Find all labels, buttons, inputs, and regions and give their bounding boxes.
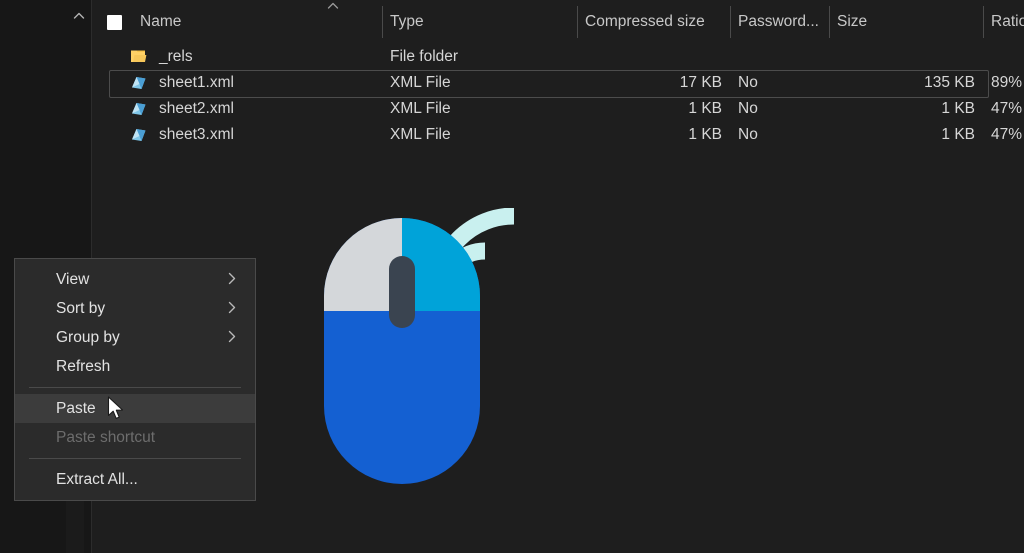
cell-size: 135 KB bbox=[924, 74, 975, 91]
cell-size: 1 KB bbox=[941, 126, 975, 143]
file-explorer-window: Name Type Compressed size Password... Si… bbox=[0, 0, 1024, 553]
cell-name: _rels bbox=[159, 48, 193, 65]
chevron-up-icon[interactable] bbox=[71, 8, 87, 24]
column-resize-handle[interactable] bbox=[829, 6, 830, 38]
cell-compressed-size bbox=[585, 44, 722, 70]
menu-separator bbox=[29, 458, 241, 459]
context-menu-item-sort-by[interactable]: Sort by bbox=[15, 294, 255, 323]
column-header-password[interactable]: Password... bbox=[738, 0, 819, 44]
column-resize-handle[interactable] bbox=[983, 6, 984, 38]
mouse-cursor bbox=[107, 396, 127, 422]
folder-icon bbox=[130, 49, 147, 64]
column-header-row[interactable]: Name Type Compressed size Password... Si… bbox=[92, 0, 1024, 44]
context-menu-item-extract-all[interactable]: Extract All... bbox=[15, 465, 255, 494]
context-menu-item-label: View bbox=[56, 270, 90, 288]
cell-name: sheet2.xml bbox=[159, 100, 234, 117]
cell-password: No bbox=[738, 126, 758, 143]
column-resize-handle[interactable] bbox=[382, 6, 383, 38]
cell-type: XML File bbox=[390, 100, 451, 117]
column-resize-handle[interactable] bbox=[730, 6, 731, 38]
xml-file-icon bbox=[130, 75, 148, 91]
table-row[interactable]: sheet1.xml XML File 17 KB No 135 KB 89% bbox=[92, 70, 1024, 98]
column-header-size[interactable]: Size bbox=[837, 0, 867, 44]
cell-name: sheet1.xml bbox=[159, 74, 234, 91]
column-header-compressed-size[interactable]: Compressed size bbox=[585, 0, 705, 44]
chevron-right-icon bbox=[227, 271, 237, 288]
context-menu-item-group-by[interactable]: Group by bbox=[15, 323, 255, 352]
cell-compressed-size: 17 KB bbox=[679, 74, 722, 91]
cell-type: File folder bbox=[390, 48, 459, 65]
cell-password: No bbox=[738, 74, 758, 91]
select-all-checkbox[interactable] bbox=[107, 15, 122, 30]
context-menu-item-label: Group by bbox=[56, 328, 120, 346]
context-menu-item-label: Paste shortcut bbox=[56, 428, 156, 446]
context-menu-item-label: Paste bbox=[56, 399, 96, 417]
context-menu-item-refresh[interactable]: Refresh bbox=[15, 352, 255, 381]
context-menu-item-label: Extract All... bbox=[56, 470, 138, 488]
chevron-right-icon bbox=[227, 300, 237, 317]
file-rows: _rels File folder sheet1.xml XML File 17… bbox=[92, 44, 1024, 148]
cell-ratio: 47% bbox=[991, 126, 1023, 143]
navigation-scrollbar[interactable] bbox=[66, 495, 84, 553]
context-menu-item-view[interactable]: View bbox=[15, 265, 255, 294]
table-row[interactable]: sheet2.xml XML File 1 KB No 1 KB 47% bbox=[92, 96, 1024, 122]
cell-ratio: 47% bbox=[991, 100, 1023, 117]
cell-compressed-size: 1 KB bbox=[688, 100, 722, 117]
table-row[interactable]: sheet3.xml XML File 1 KB No 1 KB 47% bbox=[92, 122, 1024, 148]
cell-password: No bbox=[738, 100, 758, 117]
cell-name: sheet3.xml bbox=[159, 126, 234, 143]
context-menu[interactable]: View Sort by Group by Refresh Paste Past… bbox=[14, 258, 256, 501]
xml-file-icon bbox=[130, 127, 148, 143]
chevron-right-icon bbox=[227, 329, 237, 346]
cell-ratio: 89% bbox=[991, 74, 1023, 91]
column-header-ratio[interactable]: Ratio bbox=[991, 0, 1024, 44]
wireless-mouse-icon bbox=[314, 207, 526, 520]
cell-size bbox=[837, 44, 975, 70]
xml-file-icon bbox=[130, 101, 148, 117]
cell-type: XML File bbox=[390, 74, 451, 91]
context-menu-item-label: Sort by bbox=[56, 299, 106, 317]
menu-separator bbox=[29, 387, 241, 388]
table-row[interactable]: _rels File folder bbox=[92, 44, 1024, 70]
column-header-type[interactable]: Type bbox=[390, 0, 424, 44]
context-menu-item-paste-shortcut: Paste shortcut bbox=[15, 423, 255, 452]
context-menu-item-paste[interactable]: Paste bbox=[15, 394, 255, 423]
sort-ascending-icon bbox=[326, 1, 340, 13]
column-header-name[interactable]: Name bbox=[140, 0, 181, 44]
cell-type: XML File bbox=[390, 126, 451, 143]
cell-size: 1 KB bbox=[941, 100, 975, 117]
context-menu-item-label: Refresh bbox=[56, 357, 111, 375]
cell-compressed-size: 1 KB bbox=[688, 126, 722, 143]
column-resize-handle[interactable] bbox=[577, 6, 578, 38]
